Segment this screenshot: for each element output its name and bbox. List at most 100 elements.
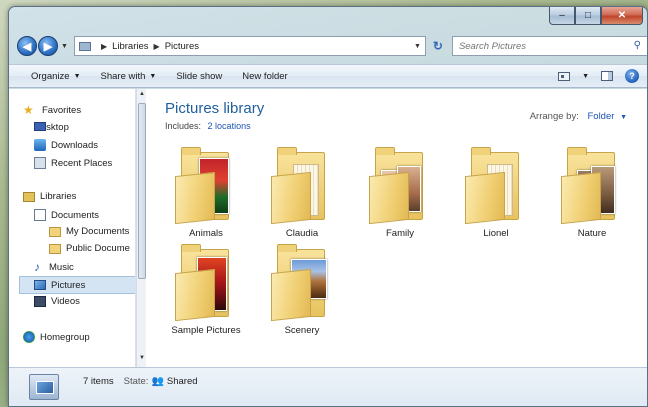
minimize-button[interactable]: ‒: [549, 7, 575, 25]
command-bar: Organize ▼ Share with ▼ Slide show New f…: [9, 64, 647, 88]
locations-link[interactable]: 2 locations: [208, 121, 251, 131]
share-with-button[interactable]: Share with ▼: [91, 71, 167, 82]
refresh-icon[interactable]: ↻: [426, 36, 450, 56]
state-value: Shared: [166, 376, 198, 387]
nav-item-recent-places[interactable]: Recent Places: [34, 157, 112, 169]
nav-label: Music: [49, 261, 74, 273]
state-label: State:: [123, 376, 149, 387]
library-includes: Includes: 2 locations: [165, 121, 251, 131]
view-options-dropdown-icon[interactable]: ▼: [582, 73, 589, 80]
downloads-icon: [34, 139, 46, 151]
folder-front: [271, 171, 311, 225]
arrange-label: Arrange by:: [529, 111, 579, 122]
status-text: 7 items State: 👥 Shared: [83, 376, 198, 387]
recent-places-icon: [34, 157, 46, 169]
folder-item[interactable]: Lionel: [451, 144, 541, 244]
forward-button[interactable]: ▶: [38, 36, 58, 56]
nav-item-downloads[interactable]: Downloads: [34, 139, 98, 151]
arrange-by: Arrange by: Folder ▼: [530, 111, 627, 122]
preview-pane-icon[interactable]: [601, 71, 613, 81]
address-bar[interactable]: ▶ Libraries ▶ Pictures ▼: [73, 36, 426, 56]
nav-item-public-documents[interactable]: Public Docume: [49, 243, 130, 254]
nav-item-desktop[interactable]: Desktop: [34, 122, 69, 133]
nav-label: Pictures: [51, 279, 86, 291]
address-dropdown-icon[interactable]: ▼: [414, 43, 421, 50]
shared-users-icon: 👥: [151, 376, 164, 387]
folder-item[interactable]: Animals: [161, 144, 251, 244]
new-folder-button[interactable]: New folder: [232, 71, 297, 82]
folder-icon: [49, 243, 61, 254]
nav-item-documents[interactable]: Documents: [34, 209, 99, 221]
chevron-down-icon[interactable]: ▼: [620, 114, 627, 121]
search-box[interactable]: ⚲: [451, 36, 647, 56]
search-icon[interactable]: ⚲: [634, 40, 641, 51]
details-pane: 7 items State: 👥 Shared: [9, 367, 647, 406]
desktop-icon: [34, 122, 46, 131]
arrange-dropdown[interactable]: Folder: [587, 111, 614, 122]
folder-item[interactable]: Family: [355, 144, 445, 244]
back-button[interactable]: ◀: [17, 36, 37, 56]
content-area: ★ Favorites Desktop Downloads Recent Pla…: [9, 89, 647, 367]
scroll-thumb[interactable]: [138, 103, 146, 279]
breadcrumb-pictures[interactable]: Pictures: [165, 41, 199, 52]
nav-item-favorites[interactable]: ★ Favorites: [23, 104, 81, 116]
folder-icon: [78, 41, 91, 51]
nav-label: My Documents: [66, 226, 130, 237]
recent-pages-dropdown-icon[interactable]: ▼: [61, 43, 68, 50]
slide-show-button[interactable]: Slide show: [166, 71, 232, 82]
library-title: Pictures library: [165, 100, 265, 117]
folder-name: Family: [386, 228, 414, 239]
help-icon[interactable]: ?: [625, 69, 639, 83]
nav-item-videos[interactable]: Videos: [34, 296, 80, 307]
close-button[interactable]: ✕: [601, 7, 643, 25]
pictures-icon: [34, 280, 46, 290]
nav-label: Videos: [51, 296, 80, 307]
library-icon: [29, 374, 59, 400]
navigation-pane: ★ Favorites Desktop Downloads Recent Pla…: [9, 89, 136, 367]
item-count: 7 items: [83, 376, 114, 387]
nav-label: Documents: [51, 209, 100, 221]
maximize-button[interactable]: □: [575, 7, 601, 25]
nav-item-my-documents[interactable]: My Documents: [49, 226, 129, 237]
scroll-down-icon[interactable]: ▼: [138, 355, 146, 365]
includes-label: Includes:: [165, 121, 202, 131]
nav-item-pictures[interactable]: Pictures: [19, 276, 135, 294]
breadcrumb-libraries[interactable]: Libraries: [112, 41, 148, 52]
folder-icon: [49, 226, 61, 237]
chevron-down-icon: ▼: [149, 72, 157, 80]
nav-item-libraries[interactable]: Libraries: [23, 191, 76, 202]
share-with-label: Share with: [100, 70, 146, 82]
folder-front: [561, 171, 601, 225]
chevron-right-icon[interactable]: ▶: [101, 42, 107, 51]
folder-name: Claudia: [285, 228, 319, 239]
folder-name: Sample Pictures: [171, 325, 241, 336]
search-input[interactable]: [458, 40, 619, 52]
folder-front: [465, 171, 505, 225]
file-list: Pictures library Includes: 2 locations A…: [147, 89, 647, 367]
folder-name: Scenery: [284, 325, 320, 336]
star-icon: ★: [23, 103, 34, 117]
nav-label: Libraries: [40, 191, 77, 202]
change-view-icon[interactable]: [558, 71, 571, 81]
folder-item[interactable]: Scenery: [257, 241, 347, 341]
chevron-down-icon: ▼: [73, 72, 81, 80]
folder-front: [369, 171, 409, 225]
videos-icon: [34, 296, 46, 307]
folder-front: [271, 268, 311, 322]
explorer-window: ‒ □ ✕ ◀ ▶ ▼ ▶ Libraries ▶ Pictures ▼ ↻ ⚲…: [8, 6, 648, 407]
folder-front: [175, 268, 215, 322]
navigation-scrollbar[interactable]: ▲ ▼: [136, 89, 146, 367]
organize-button[interactable]: Organize ▼: [9, 71, 91, 82]
scroll-up-icon[interactable]: ▲: [138, 91, 146, 101]
folder-front: [175, 171, 215, 225]
music-note-icon: ♪: [34, 260, 40, 274]
folder-item[interactable]: Nature: [547, 144, 637, 244]
folder-item[interactable]: Sample Pictures: [161, 241, 251, 341]
caption-buttons: ‒ □ ✕: [549, 7, 643, 25]
nav-label: Homegroup: [40, 331, 90, 343]
folder-item[interactable]: Claudia: [257, 144, 347, 244]
nav-item-music[interactable]: ♪ Music: [34, 261, 74, 273]
nav-label: Downloads: [51, 139, 98, 151]
nav-item-homegroup[interactable]: Homegroup: [23, 331, 90, 343]
chevron-right-icon[interactable]: ▶: [154, 42, 160, 51]
